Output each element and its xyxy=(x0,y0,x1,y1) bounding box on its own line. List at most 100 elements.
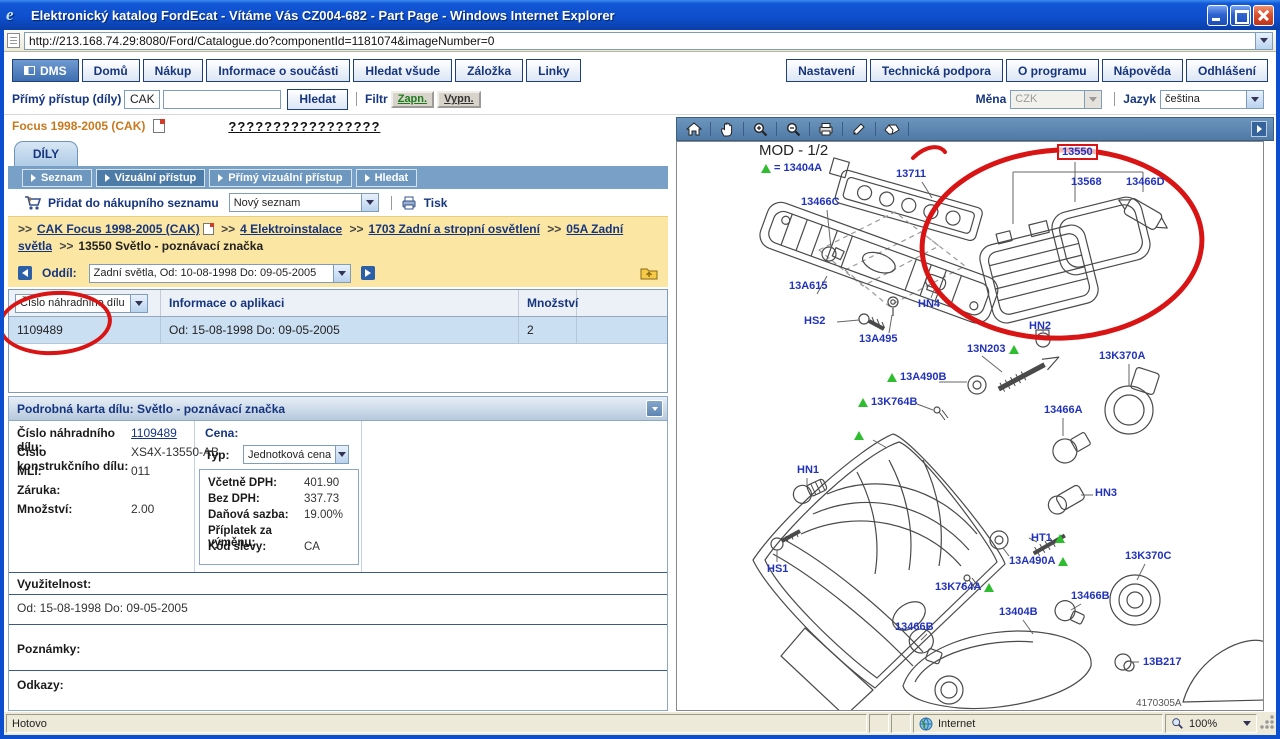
view-button[interactable]: Hledat xyxy=(356,169,418,187)
close-button[interactable] xyxy=(1253,5,1274,26)
vehicle-placeholder-link[interactable]: ????????????????? xyxy=(228,119,380,134)
diagram-label: HN4 xyxy=(918,298,940,310)
table-row[interactable]: 1109489 Od: 15-08-1998 Do: 09-05-2005 2 xyxy=(9,317,667,344)
app-toolbar: DMS DomůNákupInformace o součástiHledat … xyxy=(4,52,1276,115)
triangle-marker-icon xyxy=(854,431,864,440)
shopping-list-select[interactable]: Nový seznam xyxy=(229,193,379,212)
language-select[interactable]: čeština xyxy=(1160,90,1264,109)
toolbar-button[interactable]: Záložka xyxy=(455,59,523,82)
breadcrumb-link[interactable]: 4 Elektroinstalace xyxy=(240,222,342,236)
detail-card-body: Číslo náhradního dílu: 1109489 Číslo kon… xyxy=(8,421,668,711)
direct-access-input[interactable] xyxy=(163,90,281,109)
breadcrumb-link[interactable]: CAK Focus 1998-2005 (CAK) xyxy=(37,222,200,236)
search-button[interactable]: Hledat xyxy=(287,89,348,110)
triangle-marker-icon xyxy=(1055,534,1065,543)
window-title: Elektronický katalog FordEcat - Vítáme V… xyxy=(31,8,1207,23)
dms-button[interactable]: DMS xyxy=(12,59,79,82)
section-select[interactable]: Zadní světla, Od: 10-08-1998 Do: 09-05-2… xyxy=(89,264,351,283)
toolbar-button[interactable]: Informace o součásti xyxy=(206,59,350,82)
zoom-in-icon[interactable] xyxy=(749,120,771,138)
price-row: Bez DPH: 337.73 xyxy=(200,493,358,509)
eraser-icon[interactable] xyxy=(881,120,903,138)
print-icon[interactable] xyxy=(815,120,837,138)
toolbar-button[interactable]: O programu xyxy=(1006,59,1099,82)
print-icon xyxy=(400,195,418,211)
triangle-marker-icon xyxy=(761,164,771,173)
maximize-button[interactable] xyxy=(1230,5,1251,26)
zoom-control[interactable]: 100% xyxy=(1165,714,1257,733)
price-type-select[interactable]: Jednotková cena xyxy=(243,445,349,464)
zoom-out-icon[interactable] xyxy=(782,120,804,138)
section-next-button[interactable] xyxy=(361,266,375,280)
url-text[interactable]: http://213.168.74.29:8080/Ford/Catalogue… xyxy=(25,34,1255,48)
diagram-label: HN1 xyxy=(797,464,819,476)
filter-on-button[interactable]: Zapn. xyxy=(391,91,434,108)
collapse-button[interactable] xyxy=(646,400,663,417)
section-prev-button[interactable] xyxy=(18,266,32,280)
arrow-icon xyxy=(31,174,36,182)
view-switcher: Seznam Vizuální přístup Přímý vizuální p… xyxy=(8,166,668,189)
view-button[interactable]: Vizuální přístup xyxy=(96,169,206,187)
toolbar-button[interactable]: Domů xyxy=(82,59,140,82)
toolbar-button[interactable]: Hledat všude xyxy=(353,59,452,82)
breadcrumb-item[interactable]: >> 1703 Zadní a stropní osvětlení xyxy=(350,222,544,236)
minimize-button[interactable] xyxy=(1207,5,1228,26)
diagram-label: 13K370C xyxy=(1125,550,1171,562)
pan-icon[interactable] xyxy=(716,120,738,138)
diagram-label: HN3 xyxy=(1095,487,1117,499)
detail-field: Záruka: xyxy=(17,483,131,502)
breadcrumb-item[interactable]: >>4 Elektroinstalace xyxy=(221,222,345,236)
detail-card-title: Podrobná karta dílu: Světlo - poznávací … xyxy=(17,402,646,416)
diagram-label: 13466D xyxy=(1126,176,1165,188)
toolbar-button[interactable]: Linky xyxy=(526,59,581,82)
exploded-diagram: MOD - 1/2 = 13404A 13711 xyxy=(676,141,1264,711)
add-to-cart-label[interactable]: Přidat do nákupního seznamu xyxy=(48,196,219,210)
content-area: Focus 1998-2005 (CAK) ????????????????? … xyxy=(4,115,1276,711)
breadcrumb-link[interactable]: 1703 Zadní a stropní osvětlení xyxy=(369,222,540,236)
print-label[interactable]: Tisk xyxy=(424,196,448,210)
catalog-code-box[interactable]: CAK xyxy=(124,90,160,109)
toolbar-button[interactable]: Nákup xyxy=(143,59,204,82)
breadcrumb-item[interactable]: >>13550 Světlo - poznávací značka xyxy=(59,239,263,253)
breadcrumb: >>CAK Focus 1998-2005 (CAK) >>4 Elektroi… xyxy=(8,216,668,259)
globe-icon xyxy=(919,717,933,731)
price-box: Včetně DPH: 401.90 Bez DPH: 337.73 Daňov… xyxy=(199,469,359,565)
folder-up-icon[interactable] xyxy=(640,265,658,281)
client-area: http://213.168.74.29:8080/Ford/Catalogue… xyxy=(4,30,1276,735)
view-button[interactable]: Přímý vizuální přístup xyxy=(209,169,351,187)
detail-field: Číslo náhradního dílu: 1109489 xyxy=(17,426,177,445)
section-row: Oddíl: Zadní světla, Od: 10-08-1998 Do: … xyxy=(8,259,668,287)
vehicle-doc-icon[interactable] xyxy=(153,119,165,133)
toolbar-button[interactable]: Technická podpora xyxy=(870,59,1003,82)
triangle-marker-icon xyxy=(1009,345,1019,354)
breadcrumb-item[interactable]: >>CAK Focus 1998-2005 (CAK) xyxy=(18,222,217,236)
expand-panel-icon[interactable] xyxy=(1251,121,1267,137)
column-header-qty: Množství xyxy=(519,290,577,316)
toolbar-button[interactable]: Nápověda xyxy=(1102,59,1183,82)
page-icon xyxy=(7,33,20,48)
address-dropdown-button[interactable] xyxy=(1255,33,1272,49)
toolbar-button[interactable]: Nastavení xyxy=(786,59,867,82)
filter-off-button[interactable]: Vypn. xyxy=(437,91,481,108)
address-input[interactable]: http://213.168.74.29:8080/Ford/Catalogue… xyxy=(24,32,1273,50)
filter-label: Filtr xyxy=(365,92,388,106)
part-number-column-select[interactable]: Číslo náhradního dílu xyxy=(15,294,148,313)
cart-row: Přidat do nákupního seznamu Nový seznam … xyxy=(8,189,668,216)
pencil-icon[interactable] xyxy=(848,120,870,138)
toolbar-button[interactable]: Odhlášení xyxy=(1186,59,1268,82)
diagram-label: 13A495 xyxy=(859,333,898,345)
resize-grip[interactable] xyxy=(1259,714,1274,733)
notes-label: Poznámky: xyxy=(17,642,80,656)
triangle-marker-icon xyxy=(887,373,897,382)
parts-panel: Focus 1998-2005 (CAK) ????????????????? … xyxy=(4,115,670,711)
diagram-label: 13A490A xyxy=(1009,555,1068,567)
section-label: Oddíl: xyxy=(42,266,77,280)
home-icon[interactable] xyxy=(683,120,705,138)
ie-logo-icon: e xyxy=(6,5,26,25)
breadcrumb-separator: >> xyxy=(350,222,364,236)
view-button[interactable]: Seznam xyxy=(22,169,92,187)
diagram-label: 13N203 xyxy=(967,343,1019,355)
tab-dily[interactable]: DÍLY xyxy=(14,141,78,166)
currency-select: CZK xyxy=(1010,90,1102,109)
diagram-label: HT1 xyxy=(1031,532,1065,544)
